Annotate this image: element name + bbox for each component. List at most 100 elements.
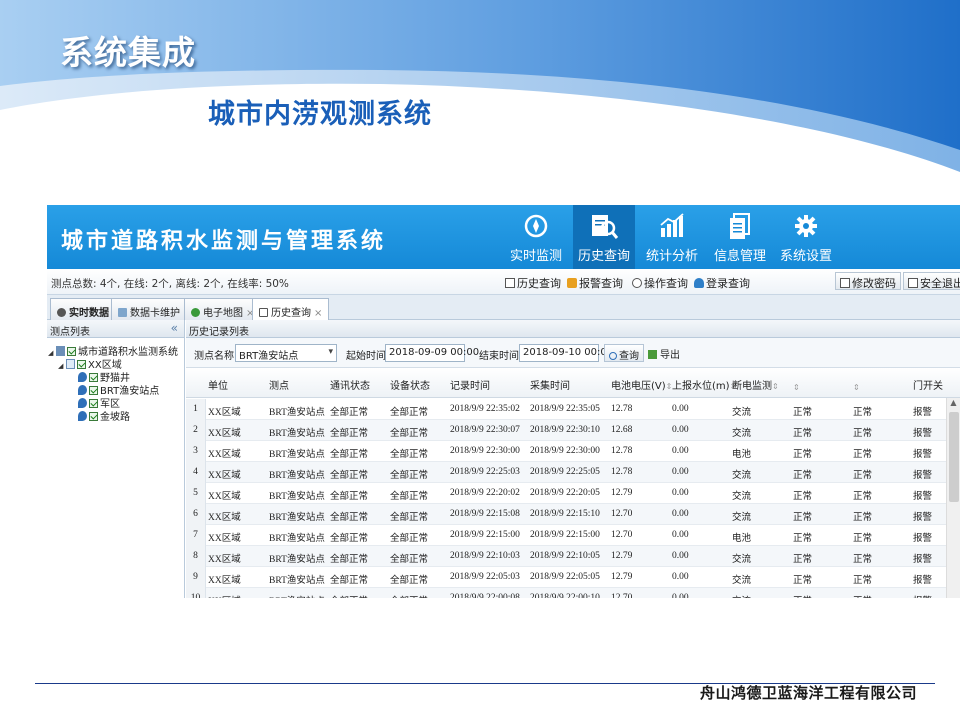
table-cell: 2018/9/9 22:35:05 xyxy=(530,404,600,414)
point-name-select[interactable]: BRT渔安站点 ▾ xyxy=(235,344,337,362)
nav-realtime-monitor[interactable]: 实时监测 xyxy=(505,205,567,269)
map-pin-icon xyxy=(78,385,87,395)
gear-icon xyxy=(795,215,817,237)
table-cell: XX区域 xyxy=(208,408,241,418)
end-time-input[interactable]: 2018-09-10 00:00 xyxy=(519,344,613,362)
table-row[interactable]: 3 XX区域 BRT渔安站点 全部正常 全部正常 2018/9/9 22:30:00 201… xyxy=(186,441,946,462)
table-row[interactable]: 9 XX区域 BRT渔安站点 全部正常 全部正常 2018/9/9 22:05:03 201… xyxy=(186,567,946,588)
expand-icon[interactable]: ◢ xyxy=(48,349,56,357)
tree-checkbox[interactable] xyxy=(89,373,98,382)
table-cell: XX区域 xyxy=(208,593,241,598)
row-number: 5 xyxy=(186,483,206,504)
logout-button[interactable]: 安全退出 xyxy=(903,272,960,290)
table-cell: 正常 xyxy=(793,471,813,481)
link-login-query[interactable]: 登录查询 xyxy=(694,275,750,291)
start-time-label: 起始时间: xyxy=(346,351,390,362)
table-cell: 12.78 xyxy=(611,404,633,414)
table-cell: 全部正常 xyxy=(330,513,369,523)
table-cell: 报警 xyxy=(913,471,933,481)
table-cell: XX区域 xyxy=(208,534,241,544)
table-cell: 全部正常 xyxy=(390,492,429,502)
column-header[interactable]: 上报水位(m)⇕ xyxy=(672,377,736,392)
table-cell: 正常 xyxy=(793,429,813,439)
search-doc-icon xyxy=(592,215,619,239)
link-history-query[interactable]: 历史查询 xyxy=(505,275,561,291)
row-number: 2 xyxy=(186,420,206,441)
tree-checkbox[interactable] xyxy=(77,360,86,369)
tab-electronic-map[interactable]: 电子地图 × xyxy=(184,298,262,320)
table-cell: 报警 xyxy=(913,492,933,502)
table-row[interactable]: 8 XX区域 BRT渔安站点 全部正常 全部正常 2018/9/9 22:10:03 201… xyxy=(186,546,946,567)
table-cell: 正常 xyxy=(793,513,813,523)
tree-root[interactable]: ◢ 城市道路积水监测系统 xyxy=(48,343,178,358)
table-cell: 全部正常 xyxy=(390,534,429,544)
column-header[interactable]: 单位 xyxy=(208,377,228,392)
tab-realtime-data[interactable]: 实时数据 xyxy=(50,298,116,320)
tree-checkbox[interactable] xyxy=(89,399,98,408)
table-cell: 2018/9/9 22:25:05 xyxy=(530,467,600,477)
column-header[interactable]: 电池电压(V)⇕ xyxy=(611,377,672,392)
scroll-thumb[interactable] xyxy=(949,412,959,502)
link-operation-query[interactable]: 操作查询 xyxy=(632,275,688,291)
query-button[interactable]: 查询 xyxy=(604,344,644,362)
scroll-up-icon[interactable]: ▲ xyxy=(947,398,960,410)
table-cell: 2018/9/9 22:35:02 xyxy=(450,404,520,414)
column-header[interactable]: 测点 xyxy=(269,377,289,392)
tab-history-query[interactable]: 历史查询 × xyxy=(252,298,330,320)
panel-header: 历史记录列表 xyxy=(186,320,960,338)
column-header[interactable]: ⇕ xyxy=(853,382,860,393)
table-cell: 交流 xyxy=(732,429,752,439)
map-pin-icon xyxy=(78,372,87,382)
table-cell: 全部正常 xyxy=(330,593,368,598)
column-header[interactable]: 门开关 xyxy=(913,377,943,392)
column-header[interactable]: 采集时间 xyxy=(530,377,570,392)
collapse-icon[interactable]: « xyxy=(171,321,178,335)
column-header[interactable]: ⇕ xyxy=(793,382,800,393)
nav-system-settings[interactable]: 系统设置 xyxy=(775,205,837,269)
table-cell: 报警 xyxy=(913,408,933,418)
table-row[interactable]: 5 XX区域 BRT渔安站点 全部正常 全部正常 2018/9/9 22:20:02 201… xyxy=(186,483,946,504)
table-cell: 报警 xyxy=(913,450,933,460)
table-cell: 报警 xyxy=(913,534,933,544)
table-cell: 0.00 xyxy=(672,572,689,582)
column-header[interactable]: 断电监测⇕ xyxy=(732,377,779,392)
tree-point[interactable]: 野猫井 xyxy=(78,369,130,384)
nav-statistics[interactable]: 统计分析 xyxy=(641,205,703,269)
column-header[interactable]: 通讯状态 xyxy=(330,377,370,392)
column-header[interactable]: 记录时间 xyxy=(450,377,490,392)
nav-info-management[interactable]: 信息管理 xyxy=(709,205,771,269)
table-cell: XX区域 xyxy=(208,555,241,565)
tree-point[interactable]: 军区 xyxy=(78,395,120,410)
tree-checkbox[interactable] xyxy=(89,412,98,421)
start-time-input[interactable]: 2018-09-09 00:00 xyxy=(385,344,479,362)
table-cell: 正常 xyxy=(853,429,873,439)
table-row[interactable]: 10XX区域BRT渔安站点全部正常全部正常2018/9/9 22:00:0820… xyxy=(186,588,946,598)
table-cell: 报警 xyxy=(913,576,933,586)
app-screenshot: 城市道路积水监测与管理系统 实时监测 历史查询 统计分析 信息管理 系统设置 测… xyxy=(47,205,960,598)
table-row[interactable]: 6 XX区域 BRT渔安站点 全部正常 全部正常 2018/9/9 22:15:08 201… xyxy=(186,504,946,525)
table-row[interactable]: 1 XX区域 BRT渔安站点 全部正常 全部正常 2018/9/9 22:35:02 201… xyxy=(186,399,946,420)
close-icon[interactable]: × xyxy=(314,308,322,319)
expand-icon[interactable]: ◢ xyxy=(58,362,66,370)
tree-checkbox[interactable] xyxy=(89,386,98,395)
globe-icon xyxy=(191,308,200,317)
nav-history-query[interactable]: 历史查询 xyxy=(573,205,635,269)
card-icon xyxy=(118,308,127,317)
table-cell: 正常 xyxy=(793,408,813,418)
row-number: 3 xyxy=(186,441,206,462)
column-header[interactable]: 设备状态 xyxy=(390,377,430,392)
tree-point[interactable]: BRT渔安站点 xyxy=(78,382,159,397)
table-row[interactable]: 7 XX区域 BRT渔安站点 全部正常 全部正常 2018/9/9 22:15:00 201… xyxy=(186,525,946,546)
table-row[interactable]: 4 XX区域 BRT渔安站点 全部正常 全部正常 2018/9/9 22:25:03 201… xyxy=(186,462,946,483)
slide-title: 系统集成 xyxy=(60,33,196,72)
table-row[interactable]: 2 XX区域 BRT渔安站点 全部正常 全部正常 2018/9/9 22:30:07 201… xyxy=(186,420,946,441)
tree-checkbox[interactable] xyxy=(67,347,76,356)
tree-point[interactable]: 金坡路 xyxy=(78,408,130,423)
table-cell: 交流 xyxy=(732,471,752,481)
tree-region[interactable]: ◢ XX区域 xyxy=(58,356,122,371)
link-alarm-query[interactable]: 报警查询 xyxy=(567,275,623,291)
export-button[interactable]: 导出 xyxy=(644,344,684,362)
change-password-button[interactable]: 修改密码 xyxy=(835,272,901,290)
table-cell: 全部正常 xyxy=(330,555,369,565)
vertical-scrollbar[interactable]: ▲ xyxy=(946,398,960,598)
